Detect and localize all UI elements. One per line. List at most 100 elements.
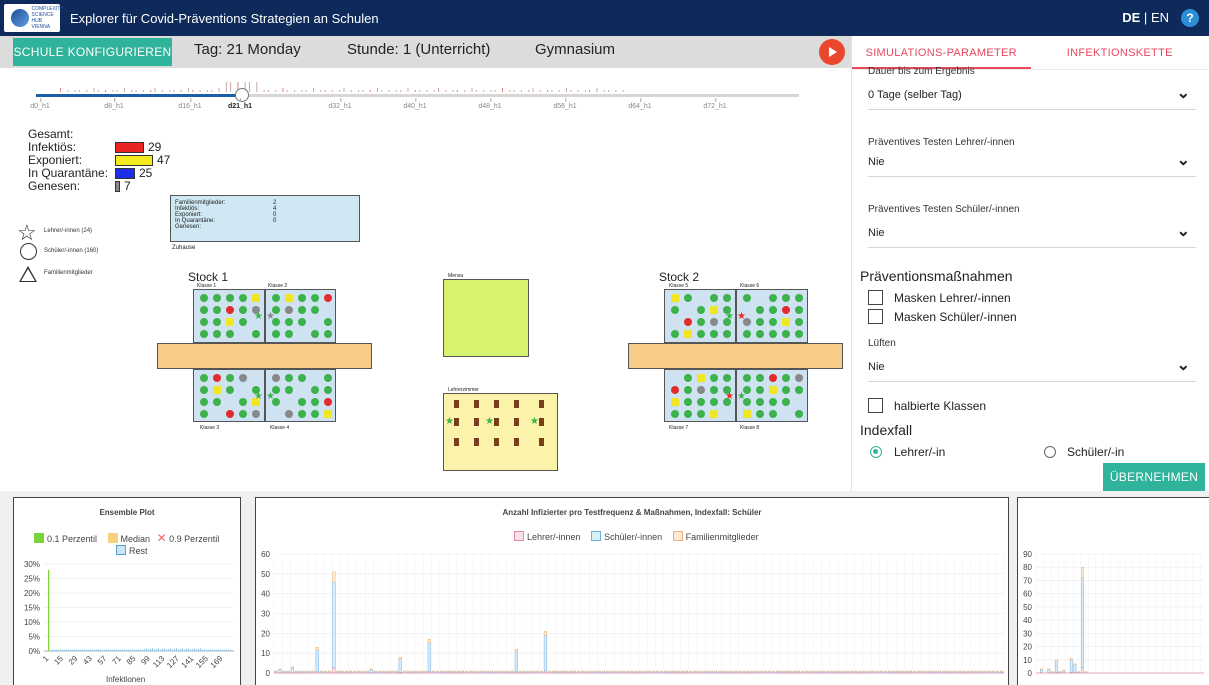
classroom-6[interactable]: ★ (736, 289, 808, 343)
classroom-7[interactable]: ★ (664, 369, 736, 422)
student-marker[interactable] (298, 398, 306, 406)
student-marker[interactable] (795, 386, 803, 394)
student-marker[interactable] (710, 374, 718, 382)
student-marker[interactable] (723, 294, 731, 302)
student-marker[interactable] (298, 318, 306, 326)
student-marker[interactable] (756, 374, 764, 382)
student-marker[interactable] (769, 374, 777, 382)
student-marker[interactable] (782, 374, 790, 382)
student-marker[interactable] (684, 294, 692, 302)
student-marker[interactable] (285, 306, 293, 314)
test-teachers-select[interactable]: Nie (868, 147, 1196, 177)
student-marker[interactable] (756, 410, 764, 418)
student-marker[interactable] (795, 410, 803, 418)
student-marker[interactable] (671, 398, 679, 406)
test-students-select[interactable]: Nie (868, 218, 1196, 248)
student-marker[interactable] (311, 386, 319, 394)
student-marker[interactable] (252, 294, 260, 302)
student-marker[interactable] (200, 318, 208, 326)
student-marker[interactable] (200, 294, 208, 302)
student-marker[interactable] (298, 306, 306, 314)
student-marker[interactable] (285, 374, 293, 382)
staff-room[interactable]: ★ ★ ★ (443, 393, 558, 471)
lang-en-link[interactable]: EN (1151, 10, 1169, 25)
student-marker[interactable] (671, 306, 679, 314)
student-marker[interactable] (226, 294, 234, 302)
classroom-5[interactable]: ★ (664, 289, 736, 343)
play-icon[interactable] (819, 39, 845, 65)
teacher-marker[interactable]: ★ (445, 417, 454, 427)
student-marker[interactable] (272, 294, 280, 302)
student-marker[interactable] (684, 398, 692, 406)
index-student-radio[interactable] (1044, 446, 1056, 458)
student-marker[interactable] (324, 374, 332, 382)
student-marker[interactable] (285, 318, 293, 326)
mensa[interactable] (443, 279, 529, 357)
student-marker[interactable] (756, 386, 764, 394)
classroom-2[interactable]: ★ (265, 289, 336, 343)
student-marker[interactable] (311, 410, 319, 418)
student-marker[interactable] (285, 330, 293, 338)
student-marker[interactable] (795, 330, 803, 338)
student-marker[interactable] (769, 410, 777, 418)
student-marker[interactable] (298, 294, 306, 302)
student-marker[interactable] (710, 330, 718, 338)
student-marker[interactable] (671, 330, 679, 338)
student-marker[interactable] (782, 330, 790, 338)
student-marker[interactable] (200, 410, 208, 418)
student-marker[interactable] (200, 374, 208, 382)
student-marker[interactable] (252, 410, 260, 418)
lang-de-link[interactable]: DE (1122, 10, 1140, 25)
student-marker[interactable] (213, 306, 221, 314)
student-marker[interactable] (671, 386, 679, 394)
student-marker[interactable] (710, 318, 718, 326)
tab-simulation-parameters[interactable]: SIMULATIONS-PARAMETER (852, 36, 1031, 69)
student-marker[interactable] (200, 386, 208, 394)
student-marker[interactable] (684, 318, 692, 326)
timeline-slider-handle[interactable] (235, 88, 249, 102)
teacher-marker[interactable]: ★ (725, 392, 734, 402)
student-marker[interactable] (311, 398, 319, 406)
student-marker[interactable] (226, 374, 234, 382)
student-marker[interactable] (671, 410, 679, 418)
student-marker[interactable] (756, 306, 764, 314)
student-marker[interactable] (795, 306, 803, 314)
student-marker[interactable] (769, 306, 777, 314)
student-marker[interactable] (697, 398, 705, 406)
student-marker[interactable] (285, 294, 293, 302)
student-marker[interactable] (200, 398, 208, 406)
student-marker[interactable] (769, 330, 777, 338)
student-marker[interactable] (213, 386, 221, 394)
student-marker[interactable] (200, 330, 208, 338)
student-marker[interactable] (324, 330, 332, 338)
teacher-marker[interactable]: ★ (254, 312, 263, 322)
classroom-8[interactable]: ★ (736, 369, 808, 422)
student-marker[interactable] (324, 410, 332, 418)
teacher-marker[interactable]: ★ (254, 392, 263, 402)
student-marker[interactable] (795, 374, 803, 382)
student-marker[interactable] (671, 294, 679, 302)
tab-infection-chain[interactable]: INFEKTIONSKETTE (1031, 36, 1209, 69)
teacher-marker[interactable]: ★ (266, 312, 275, 322)
teacher-marker[interactable]: ★ (737, 312, 746, 322)
configure-school-button[interactable]: SCHULE KONFIGURIEREN (13, 38, 172, 66)
apply-button[interactable]: ÜBERNEHMEN (1103, 463, 1205, 491)
half-classes-checkbox[interactable] (868, 398, 883, 413)
student-marker[interactable] (298, 410, 306, 418)
result-duration-select[interactable]: 0 Tage (selber Tag) (868, 80, 1196, 110)
student-marker[interactable] (239, 410, 247, 418)
classroom-3[interactable]: ★ (193, 369, 265, 422)
index-teacher-radio[interactable] (870, 446, 882, 458)
student-marker[interactable] (769, 318, 777, 326)
student-marker[interactable] (226, 306, 234, 314)
teacher-marker[interactable]: ★ (485, 417, 494, 427)
student-marker[interactable] (710, 398, 718, 406)
teacher-marker[interactable]: ★ (725, 312, 734, 322)
student-marker[interactable] (272, 330, 280, 338)
student-marker[interactable] (324, 318, 332, 326)
student-marker[interactable] (213, 398, 221, 406)
student-marker[interactable] (226, 410, 234, 418)
student-marker[interactable] (723, 374, 731, 382)
student-marker[interactable] (213, 294, 221, 302)
student-marker[interactable] (769, 386, 777, 394)
